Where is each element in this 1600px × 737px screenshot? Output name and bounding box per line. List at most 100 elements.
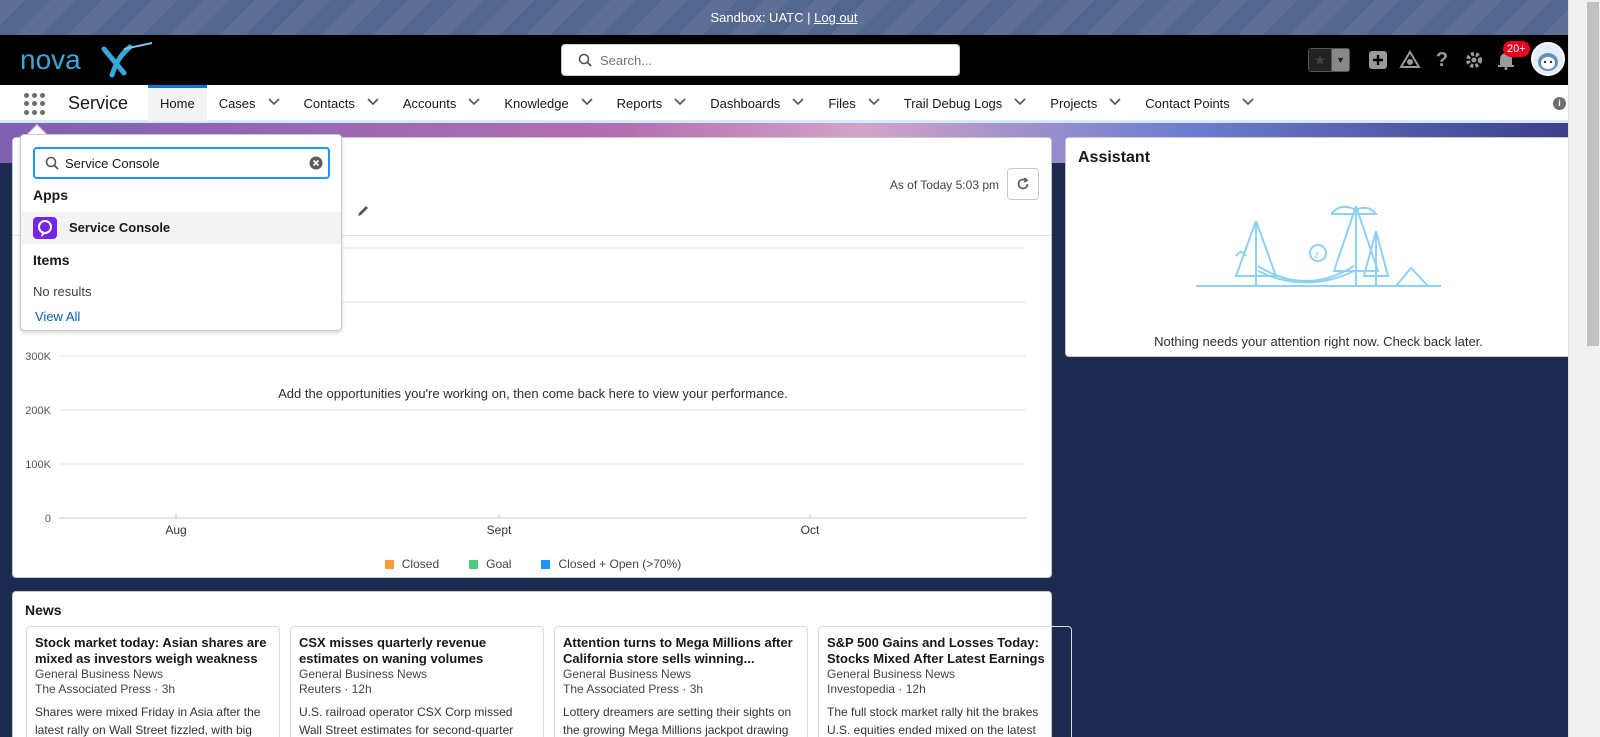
chevron-down-icon[interactable] bbox=[1242, 97, 1254, 109]
legend-swatch bbox=[541, 560, 551, 569]
favorite-star-icon[interactable]: ★ bbox=[1309, 49, 1331, 71]
nav-tab-label: Trail Debug Logs bbox=[903, 95, 1003, 111]
app-result-label: Service Console bbox=[69, 220, 171, 235]
nav-tab-contacts[interactable]: Contacts bbox=[292, 85, 391, 121]
legend-label: Closed + Open (>70%) bbox=[558, 557, 682, 571]
search-icon bbox=[45, 156, 59, 170]
info-icon[interactable]: i bbox=[1553, 97, 1566, 110]
nav-tab-label: Home bbox=[160, 95, 195, 111]
news-headline: CSX misses quarterly revenue estimates o… bbox=[299, 635, 487, 666]
nav-tab-label: Contacts bbox=[303, 95, 355, 111]
chevron-down-icon[interactable] bbox=[267, 97, 280, 109]
news-snippet: Lottery dreamers are setting their sight… bbox=[563, 705, 792, 737]
news-items: Stock market today: Asian shares are mix… bbox=[26, 626, 1072, 737]
news-category: General Business News bbox=[827, 667, 956, 681]
assistant-message: Nothing needs your attention right now. … bbox=[1154, 334, 1483, 349]
news-snippet: U.S. railroad operator CSX Corp missed W… bbox=[299, 705, 514, 737]
chevron-down-icon[interactable] bbox=[1109, 97, 1121, 109]
news-card: News Stock market today: Asian shares ar… bbox=[12, 591, 1072, 737]
sandbox-banner: Sandbox: UATC | Log out bbox=[0, 0, 1568, 35]
nav-tab-accounts[interactable]: Accounts bbox=[391, 85, 492, 121]
nav-tab-home[interactable]: Home bbox=[148, 85, 207, 121]
assistant-title: Assistant bbox=[1078, 149, 1151, 166]
news-category: General Business News bbox=[299, 667, 428, 681]
legend-label: Goal bbox=[486, 557, 512, 571]
favorites-dropdown-icon[interactable]: ▼ bbox=[1331, 49, 1349, 71]
news-item[interactable]: Stock market today: Asian shares are mix… bbox=[26, 626, 280, 737]
launcher-search-input[interactable] bbox=[65, 149, 295, 177]
favorites-group: ★ ▼ bbox=[1308, 48, 1350, 72]
view-all-link[interactable]: View All bbox=[35, 309, 80, 324]
trailhead-icon[interactable] bbox=[1399, 49, 1421, 71]
news-item[interactable]: CSX misses quarterly revenue estimates o… bbox=[290, 626, 544, 737]
chevron-down-icon[interactable] bbox=[868, 97, 880, 109]
notifications-bell-icon[interactable]: 20+ bbox=[1495, 41, 1530, 71]
y-tick-label: 0 bbox=[45, 513, 51, 525]
setup-gear-icon[interactable] bbox=[1463, 49, 1485, 71]
news-headline: Stock market today: Asian shares are mix… bbox=[35, 635, 267, 666]
news-source: Investopedia · 12h bbox=[827, 682, 926, 696]
app-result-service-console[interactable]: Service Console bbox=[21, 212, 341, 244]
legend-item[interactable]: Goal bbox=[469, 557, 511, 571]
launcher-search[interactable] bbox=[33, 147, 330, 179]
nav-tab-label: Accounts bbox=[402, 95, 457, 111]
news-item[interactable]: S&P 500 Gains and Losses Today: Stocks M… bbox=[818, 626, 1072, 737]
notification-badge: 20+ bbox=[1503, 41, 1530, 57]
nav-tab-knowledge[interactable]: Knowledge bbox=[492, 85, 604, 121]
logout-link[interactable]: Log out bbox=[814, 10, 857, 25]
edit-pencil-icon[interactable] bbox=[356, 204, 370, 218]
news-category: General Business News bbox=[563, 667, 692, 681]
items-heading: Items bbox=[33, 252, 70, 268]
chevron-down-icon[interactable] bbox=[367, 97, 379, 109]
news-headline: Attention turns to Mega Millions after C… bbox=[563, 635, 793, 666]
chevron-down-icon[interactable] bbox=[674, 97, 686, 109]
scrollbar-thumb[interactable] bbox=[1587, 2, 1599, 346]
global-actions-icon[interactable] bbox=[1367, 49, 1389, 71]
global-search[interactable] bbox=[561, 44, 960, 76]
app-nav-bar: Service Home Cases Contacts Accounts Knowled… bbox=[0, 85, 1568, 123]
legend-swatch bbox=[469, 560, 479, 569]
y-tick-label: 100K bbox=[25, 459, 51, 471]
nav-tab-projects[interactable]: Projects bbox=[1038, 85, 1133, 121]
news-category: General Business News bbox=[35, 667, 164, 681]
x-tick-label: Oct bbox=[801, 523, 820, 537]
page-scrollbar[interactable] bbox=[1568, 0, 1600, 737]
user-avatar[interactable] bbox=[1531, 42, 1565, 76]
nav-tab-reports[interactable]: Reports bbox=[605, 85, 699, 121]
nav-tab-dashboards[interactable]: Dashboards bbox=[698, 85, 816, 121]
x-tick-label: Aug bbox=[165, 523, 186, 537]
news-source: Reuters · 12h bbox=[299, 682, 372, 696]
nav-tab-contact-points[interactable]: Contact Points bbox=[1133, 85, 1266, 121]
logo-text: nova bbox=[20, 44, 81, 75]
app-launcher-icon[interactable] bbox=[24, 93, 46, 115]
chevron-down-icon[interactable] bbox=[792, 97, 804, 109]
novax-logo[interactable]: nova bbox=[20, 41, 160, 79]
chevron-down-icon[interactable] bbox=[581, 97, 593, 109]
news-item[interactable]: Attention turns to Mega Millions after C… bbox=[554, 626, 808, 737]
legend-item[interactable]: Closed bbox=[384, 557, 439, 571]
nav-tab-files[interactable]: Files bbox=[816, 85, 891, 121]
apps-heading: Apps bbox=[33, 187, 68, 203]
chevron-down-icon[interactable] bbox=[1014, 97, 1026, 109]
hammock-illustration: z bbox=[1196, 205, 1441, 287]
refresh-icon bbox=[1017, 177, 1029, 190]
global-search-input[interactable] bbox=[600, 45, 950, 75]
news-snippet: The full stock market rally hit the brak… bbox=[827, 705, 1039, 737]
app-name: Service bbox=[68, 93, 129, 113]
refresh-button[interactable] bbox=[1007, 168, 1039, 200]
nav-tab-label: Cases bbox=[218, 95, 256, 111]
nav-tab-label: Projects bbox=[1050, 95, 1098, 111]
sandbox-label: Sandbox: UATC | bbox=[710, 10, 811, 25]
help-icon[interactable]: ? bbox=[1431, 49, 1453, 71]
legend-item[interactable]: Closed + Open (>70%) bbox=[541, 557, 681, 571]
nav-tab-label: Knowledge bbox=[504, 95, 569, 111]
no-results-text: No results bbox=[33, 284, 92, 299]
svg-text:z: z bbox=[1314, 250, 1319, 261]
y-tick-label: 300K bbox=[25, 351, 51, 363]
news-title: News bbox=[25, 602, 62, 618]
chevron-down-icon[interactable] bbox=[468, 97, 480, 109]
nav-tab-cases[interactable]: Cases bbox=[207, 85, 292, 121]
nav-tab-trail-debug-logs[interactable]: Trail Debug Logs bbox=[892, 85, 1039, 121]
clear-search-icon[interactable] bbox=[309, 156, 323, 170]
nav-tab-label: Dashboards bbox=[710, 95, 781, 111]
